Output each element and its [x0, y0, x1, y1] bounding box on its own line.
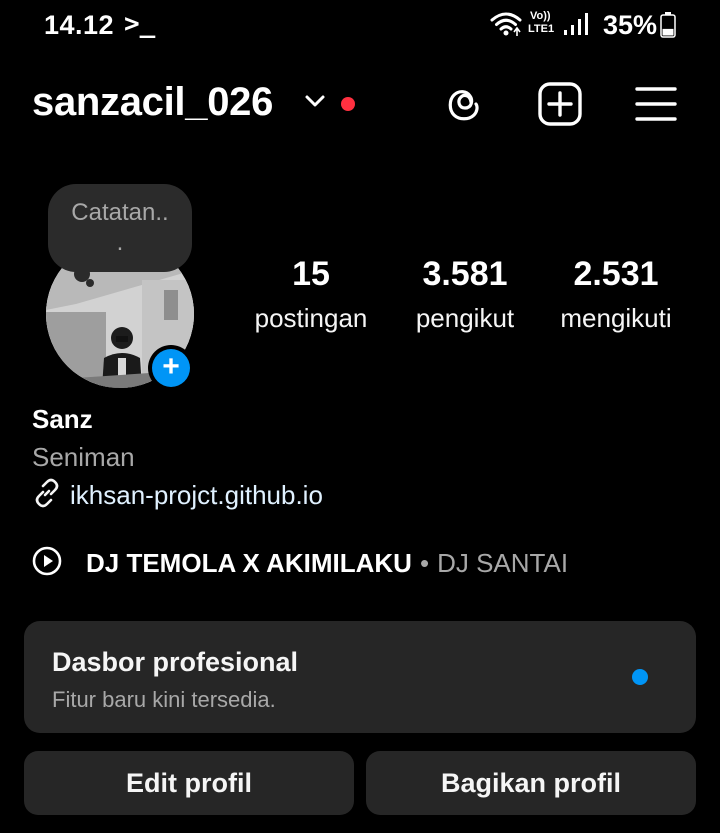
username-switcher[interactable]: sanzacil_026 [32, 80, 273, 125]
battery-percent: 35% [603, 10, 658, 40]
edit-profile-button[interactable]: Edit profil [24, 751, 354, 815]
profile-category: Seniman [32, 442, 135, 472]
professional-dashboard-card[interactable]: Dasbor profesional Fitur baru kini terse… [24, 621, 696, 733]
stat-posts-label: postingan [254, 303, 368, 333]
menu-icon[interactable] [632, 80, 680, 128]
share-profile-button[interactable]: Bagikan profil [366, 751, 696, 815]
stat-posts[interactable]: 15 postingan [248, 254, 374, 338]
add-story-button[interactable]: + [148, 345, 194, 391]
stat-following[interactable]: 2.531 mengikuti [552, 254, 680, 338]
stat-followers[interactable]: 3.581 pengikut [404, 254, 526, 338]
create-icon[interactable] [536, 80, 584, 128]
music-artist: DJ SANTAI [437, 548, 569, 578]
note-bubble[interactable]: Catatan.. . [48, 184, 192, 272]
stat-followers-value: 3.581 [422, 255, 508, 293]
wifi-icon [489, 11, 523, 42]
music-separator: • [419, 548, 430, 578]
signal-icon [563, 12, 589, 41]
battery-icon [660, 12, 676, 43]
volte-icon: Vo)) LTE1 [527, 10, 559, 38]
plus-icon: + [152, 349, 190, 387]
note-text: Catatan.. . [71, 199, 169, 256]
dashboard-subtitle: Fitur baru kini tersedia. [52, 687, 276, 712]
display-name: Sanz [32, 404, 93, 434]
profile-link-text[interactable]: ikhsan-projct.github.io [70, 480, 323, 511]
status-time: 14.12 [44, 10, 115, 40]
profile-music[interactable]: DJ TEMOLA X AKIMILAKU • DJ SANTAI [32, 546, 568, 581]
notification-dot [341, 97, 355, 111]
status-bar: 14.12 >_ Vo)) LTE1 35% [0, 0, 720, 50]
volte-top-label: Vo)) [530, 10, 551, 22]
stat-followers-label: pengikut [415, 303, 515, 333]
stat-following-label: mengikuti [560, 303, 672, 333]
stat-posts-value: 15 [292, 255, 330, 293]
volte-bottom-label: LTE1 [528, 23, 555, 35]
link-icon [32, 478, 62, 513]
profile-link[interactable]: ikhsan-projct.github.io [32, 478, 323, 513]
stat-following-value: 2.531 [573, 255, 659, 293]
play-icon[interactable] [32, 546, 62, 581]
music-title: DJ TEMOLA X AKIMILAKU [86, 548, 412, 578]
note-bubble-tail [86, 279, 94, 287]
threads-icon[interactable] [440, 80, 488, 128]
profile-header: sanzacil_026 [0, 72, 720, 136]
terminal-icon: >_ [124, 9, 156, 39]
chevron-down-icon[interactable] [304, 94, 326, 113]
new-feature-dot [632, 669, 648, 685]
dashboard-title: Dasbor profesional [52, 647, 299, 677]
